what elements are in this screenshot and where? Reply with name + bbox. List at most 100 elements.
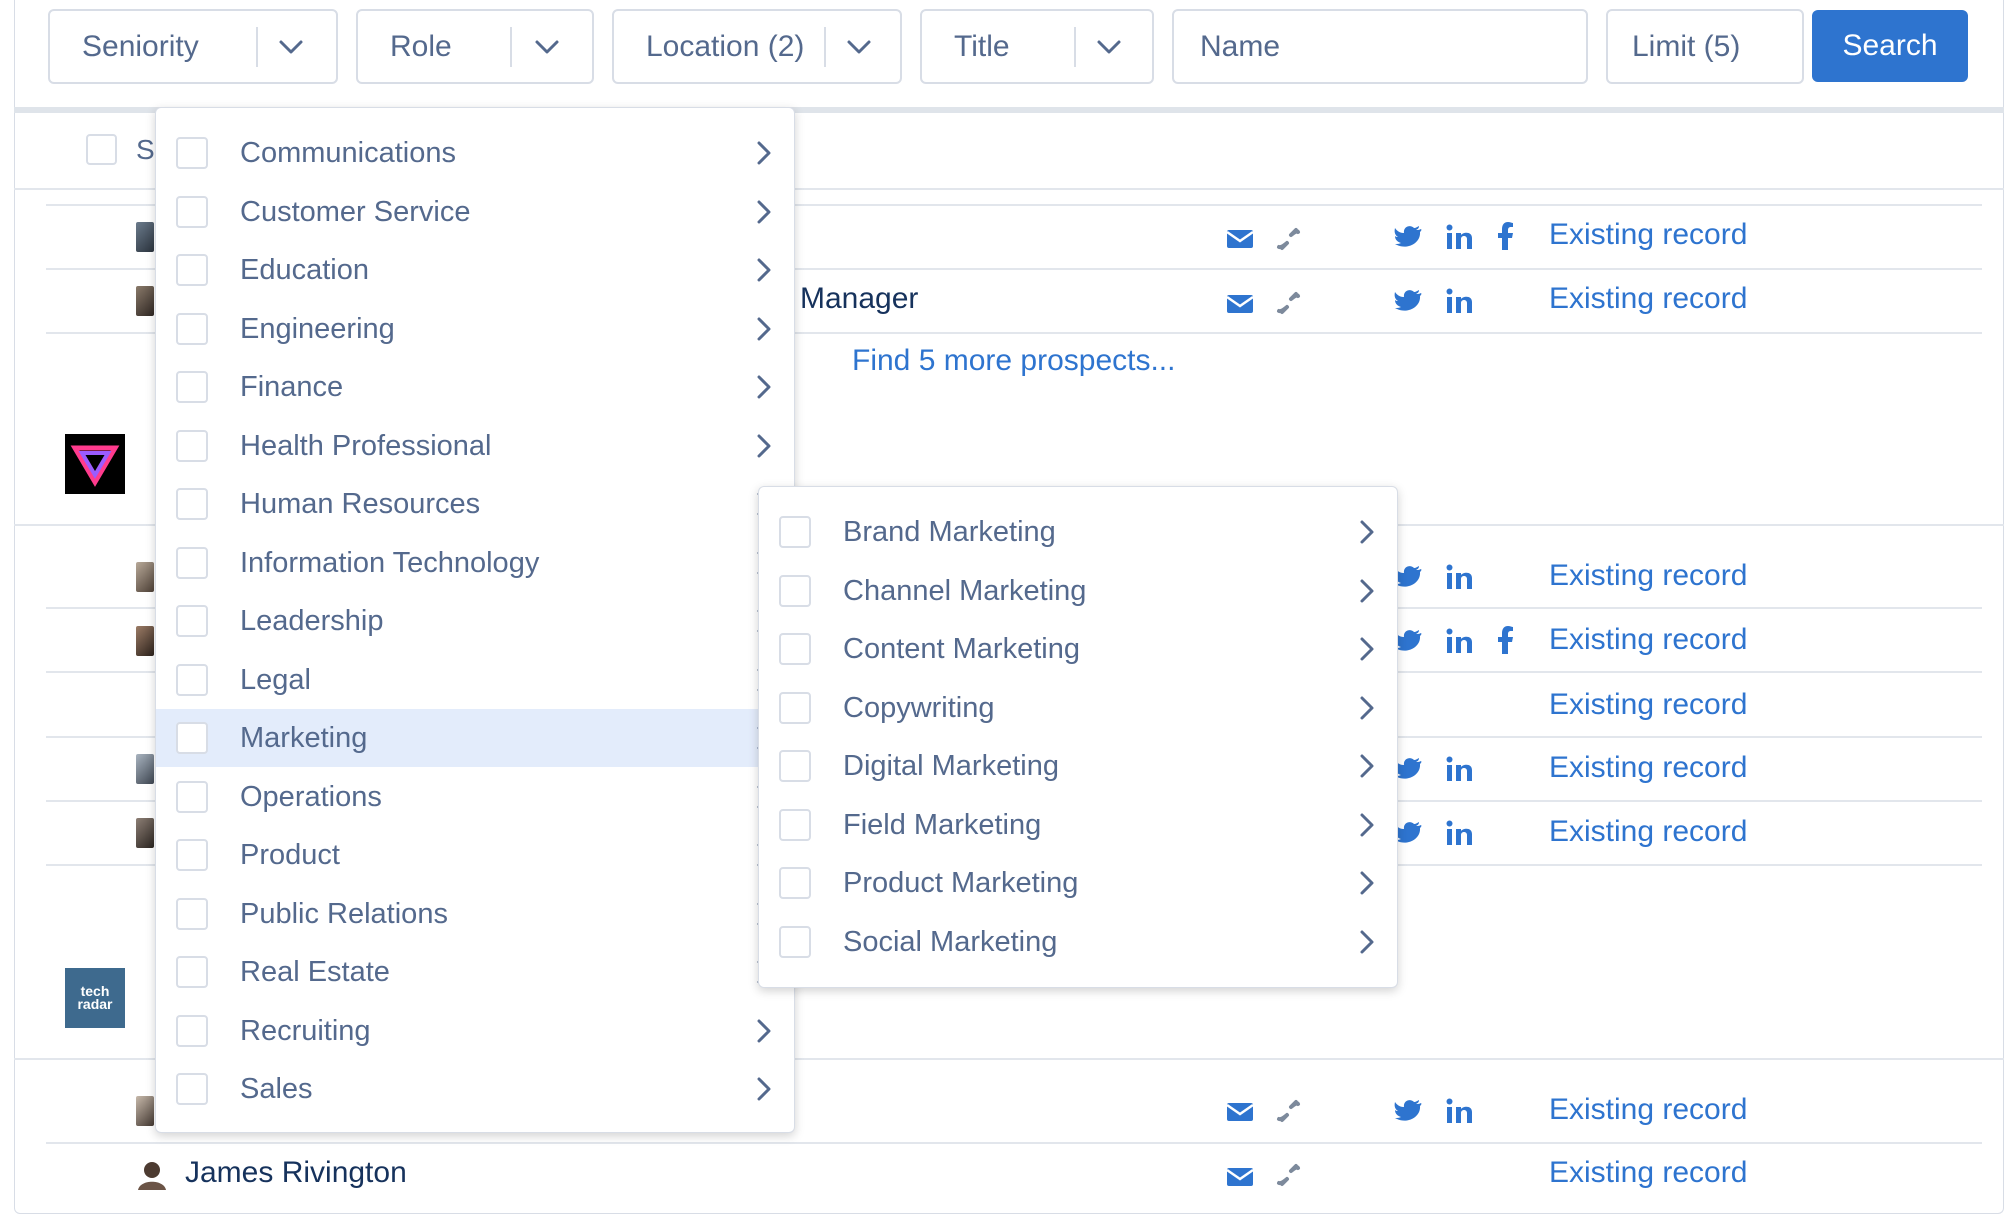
menu-item-checkbox[interactable] xyxy=(176,663,208,696)
menu-item-operations[interactable]: Operations xyxy=(156,768,794,826)
linkedin-icon[interactable] xyxy=(1446,288,1474,314)
phone-icon[interactable] xyxy=(1276,290,1302,316)
linkedin-icon[interactable] xyxy=(1446,1098,1474,1124)
menu-item-checkbox[interactable] xyxy=(176,429,208,462)
menu-item-legal[interactable]: Legal xyxy=(156,651,794,709)
menu-item-checkbox[interactable] xyxy=(176,956,208,988)
menu-item-checkbox[interactable] xyxy=(176,312,208,345)
existing-record-link[interactable]: Existing record xyxy=(1549,282,1747,316)
email-icon[interactable] xyxy=(1226,294,1254,314)
menu-item-human-resources[interactable]: Human Resources xyxy=(156,475,794,533)
twitter-icon[interactable] xyxy=(1394,822,1422,846)
location-filter[interactable]: Location (2) xyxy=(612,9,902,84)
menu-item-finance[interactable]: Finance xyxy=(156,358,794,416)
menu-item-checkbox[interactable] xyxy=(176,371,208,403)
linkedin-icon[interactable] xyxy=(1446,820,1474,846)
chevron-down-icon[interactable] xyxy=(534,34,560,60)
facebook-icon[interactable] xyxy=(1498,626,1514,654)
menu-item-checkbox[interactable] xyxy=(176,195,208,228)
chevron-down-icon[interactable] xyxy=(278,34,304,60)
twitter-icon[interactable] xyxy=(1394,290,1422,314)
phone-icon[interactable] xyxy=(1276,226,1302,252)
twitter-icon[interactable] xyxy=(1394,566,1422,590)
existing-record-link[interactable]: Existing record xyxy=(1549,751,1747,785)
menu-item-checkbox[interactable] xyxy=(779,516,811,548)
menu-item-social-marketing[interactable]: Social Marketing xyxy=(759,913,1397,971)
chevron-down-icon[interactable] xyxy=(1096,34,1122,60)
menu-item-checkbox[interactable] xyxy=(779,691,811,724)
existing-record-link[interactable]: Existing record xyxy=(1549,218,1747,252)
menu-item-communications[interactable]: Communications xyxy=(156,124,794,182)
menu-item-field-marketing[interactable]: Field Marketing xyxy=(759,796,1397,854)
menu-item-checkbox[interactable] xyxy=(176,1073,208,1105)
menu-item-checkbox[interactable] xyxy=(779,808,811,841)
menu-item-education[interactable]: Education xyxy=(156,241,794,299)
existing-record-link[interactable]: Existing record xyxy=(1549,1156,1747,1190)
existing-record-link[interactable]: Existing record xyxy=(1549,1093,1747,1127)
seniority-filter[interactable]: Seniority xyxy=(48,9,338,84)
menu-item-leadership[interactable]: Leadership xyxy=(156,592,794,650)
menu-item-checkbox[interactable] xyxy=(176,546,208,579)
menu-item-engineering[interactable]: Engineering xyxy=(156,300,794,358)
menu-item-copywriting[interactable]: Copywriting xyxy=(759,679,1397,737)
menu-item-checkbox[interactable] xyxy=(176,897,208,930)
existing-record-link[interactable]: Existing record xyxy=(1549,815,1747,849)
chevron-right-icon xyxy=(1360,696,1374,719)
existing-record-link[interactable]: Existing record xyxy=(1549,688,1747,722)
chevron-down-icon[interactable] xyxy=(846,34,872,60)
menu-item-health-professional[interactable]: Health Professional xyxy=(156,417,794,475)
linkedin-icon[interactable] xyxy=(1446,564,1474,590)
limit-input[interactable]: Limit (5) xyxy=(1606,9,1804,84)
menu-item-marketing[interactable]: Marketing xyxy=(156,709,794,767)
menu-item-checkbox[interactable] xyxy=(779,867,811,899)
menu-item-label: Information Technology xyxy=(240,546,540,579)
menu-item-product[interactable]: Product xyxy=(156,826,794,884)
menu-item-content-marketing[interactable]: Content Marketing xyxy=(759,620,1397,678)
sort-column-header[interactable]: S xyxy=(136,134,155,166)
menu-item-channel-marketing[interactable]: Channel Marketing xyxy=(759,562,1397,620)
menu-item-customer-service[interactable]: Customer Service xyxy=(156,183,794,241)
menu-item-checkbox[interactable] xyxy=(176,1014,208,1047)
menu-item-digital-marketing[interactable]: Digital Marketing xyxy=(759,737,1397,795)
linkedin-icon[interactable] xyxy=(1446,756,1474,782)
name-input[interactable]: Name xyxy=(1172,9,1588,84)
title-filter[interactable]: Title xyxy=(920,9,1154,84)
twitter-icon[interactable] xyxy=(1394,630,1422,654)
select-all-checkbox[interactable] xyxy=(86,134,117,165)
menu-item-sales[interactable]: Sales xyxy=(156,1060,794,1118)
menu-item-checkbox[interactable] xyxy=(176,137,208,169)
menu-item-real-estate[interactable]: Real Estate xyxy=(156,943,794,1001)
menu-item-checkbox[interactable] xyxy=(779,633,811,665)
find-more-prospects-link[interactable]: Find 5 more prospects... xyxy=(852,344,1175,378)
menu-item-checkbox[interactable] xyxy=(176,722,208,754)
email-icon[interactable] xyxy=(1226,229,1254,249)
email-icon[interactable] xyxy=(1226,1167,1254,1187)
prospect-name[interactable]: James Rivington xyxy=(185,1156,407,1190)
menu-item-checkbox[interactable] xyxy=(176,839,208,871)
facebook-icon[interactable] xyxy=(1498,222,1514,250)
menu-item-brand-marketing[interactable]: Brand Marketing xyxy=(759,503,1397,561)
twitter-icon[interactable] xyxy=(1394,758,1422,782)
menu-item-recruiting[interactable]: Recruiting xyxy=(156,1002,794,1060)
existing-record-link[interactable]: Existing record xyxy=(1549,623,1747,657)
menu-item-information-technology[interactable]: Information Technology xyxy=(156,534,794,592)
role-filter[interactable]: Role xyxy=(356,9,594,84)
linkedin-icon[interactable] xyxy=(1446,224,1474,250)
twitter-icon[interactable] xyxy=(1394,226,1422,250)
menu-item-checkbox[interactable] xyxy=(176,780,208,813)
menu-item-product-marketing[interactable]: Product Marketing xyxy=(759,854,1397,912)
menu-item-checkbox[interactable] xyxy=(176,605,208,637)
menu-item-checkbox[interactable] xyxy=(779,574,811,607)
twitter-icon[interactable] xyxy=(1394,1100,1422,1124)
linkedin-icon[interactable] xyxy=(1446,628,1474,654)
phone-icon[interactable] xyxy=(1276,1162,1302,1188)
existing-record-link[interactable]: Existing record xyxy=(1549,559,1747,593)
menu-item-checkbox[interactable] xyxy=(779,925,811,958)
menu-item-checkbox[interactable] xyxy=(779,750,811,782)
menu-item-checkbox[interactable] xyxy=(176,254,208,286)
email-icon[interactable] xyxy=(1226,1102,1254,1122)
menu-item-checkbox[interactable] xyxy=(176,488,208,520)
phone-icon[interactable] xyxy=(1276,1098,1302,1124)
search-button[interactable]: Search xyxy=(1812,10,1968,82)
menu-item-public-relations[interactable]: Public Relations xyxy=(156,885,794,943)
